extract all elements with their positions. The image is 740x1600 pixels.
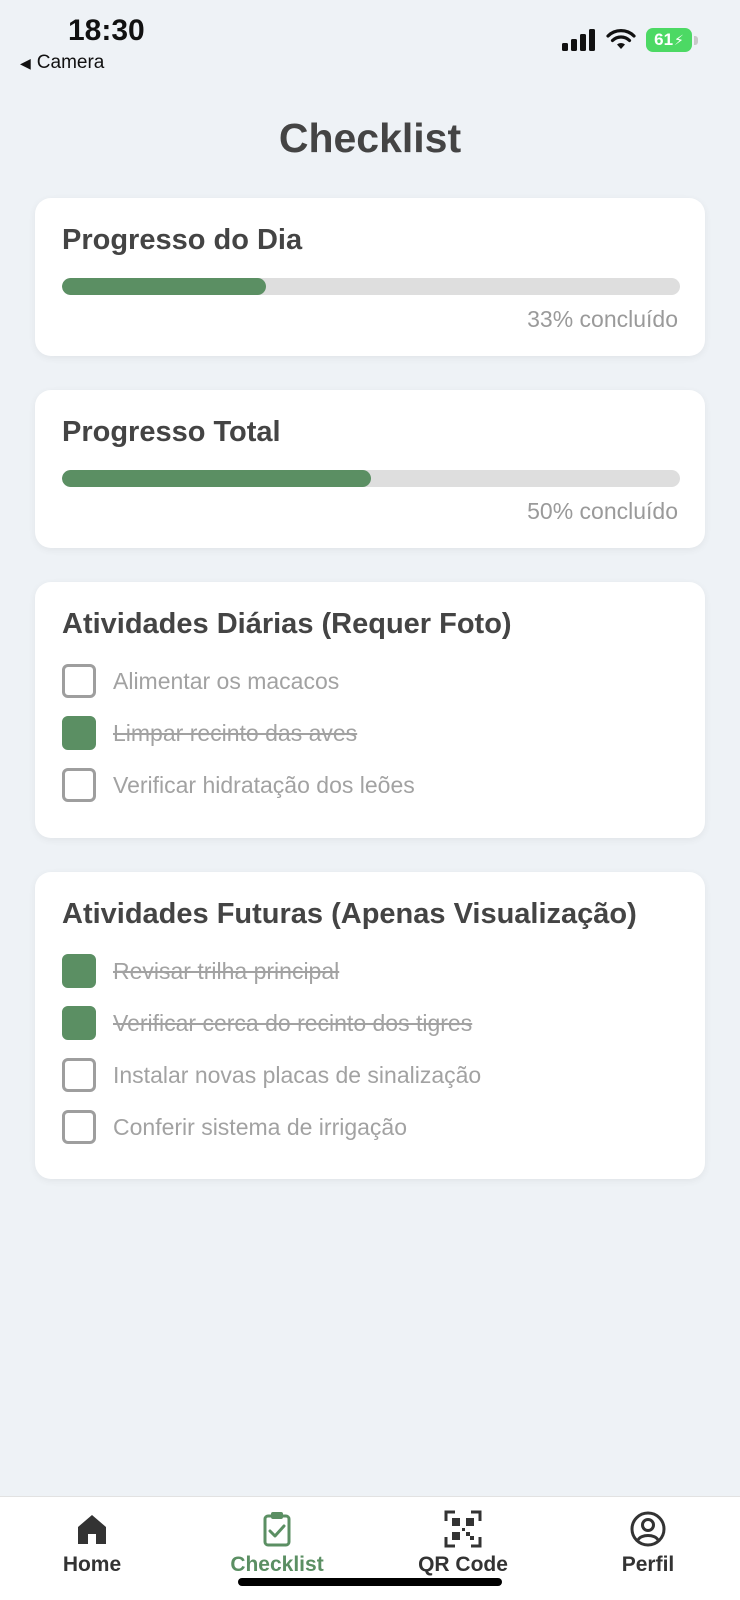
nav-home[interactable]: Home xyxy=(22,1509,162,1577)
page-title: Checklist xyxy=(278,115,462,161)
future-activity-item: Instalar novas placas de sinalização xyxy=(62,1049,678,1101)
nav-perfil[interactable]: Perfil xyxy=(578,1509,718,1577)
daily-activity-item[interactable]: Limpar recinto das aves xyxy=(62,707,678,759)
nav-home-label: Home xyxy=(62,1553,122,1576)
battery-level: 61 xyxy=(654,30,674,49)
daily-activities-title: Atividades Diárias (Requer Foto) xyxy=(62,608,512,640)
daily-progress-card: Progresso do Dia 33% concluído xyxy=(35,198,705,356)
total-progress-label: 50% concluído xyxy=(527,498,678,524)
future-activity-item: Conferir sistema de irrigação xyxy=(62,1101,678,1153)
activity-label: Limpar recinto das aves xyxy=(113,719,358,746)
activity-checkbox xyxy=(62,1006,96,1040)
daily-progress-label: 33% concluído xyxy=(527,306,678,332)
activity-label: Revisar trilha principal xyxy=(113,957,340,984)
status-time: 18:30 xyxy=(68,14,145,47)
wifi-icon xyxy=(606,29,636,49)
daily-progress-fill xyxy=(62,278,266,295)
future-activity-item: Revisar trilha principal xyxy=(62,945,678,997)
future-activity-item: Verificar cerca do recinto dos tigres xyxy=(62,997,678,1049)
future-activities-title: Atividades Futuras (Apenas Visualização) xyxy=(62,898,637,930)
home-icon xyxy=(78,1515,106,1544)
charging-bolt-icon: ⚡ xyxy=(674,31,684,48)
activity-label: Conferir sistema de irrigação xyxy=(113,1113,408,1140)
activity-label: Verificar cerca do recinto dos tigres xyxy=(113,1009,473,1036)
nav-qr-code[interactable]: QR Code xyxy=(393,1509,533,1577)
activity-checkbox[interactable] xyxy=(62,664,96,698)
nav-checklist-label: Checklist xyxy=(230,1553,324,1576)
nav-checklist[interactable]: Checklist xyxy=(207,1509,347,1577)
home-indicator xyxy=(238,1578,502,1586)
activity-checkbox xyxy=(62,1110,96,1144)
activity-checkbox[interactable] xyxy=(62,768,96,802)
daily-activities-card: Atividades Diárias (Requer Foto) Aliment… xyxy=(35,582,705,838)
total-progress-card: Progresso Total 50% concluído xyxy=(35,390,705,548)
daily-progress-track xyxy=(62,278,680,295)
total-progress-fill xyxy=(62,470,371,487)
daily-activity-item[interactable]: Verificar hidratação dos leões xyxy=(62,759,678,811)
future-activities-card: Atividades Futuras (Apenas Visualização)… xyxy=(35,872,705,1179)
activity-label: Alimentar os macacos xyxy=(113,667,340,694)
activity-checkbox xyxy=(62,954,96,988)
back-triangle-icon: ◀ xyxy=(20,54,31,71)
total-progress-track xyxy=(62,470,680,487)
back-to-camera-link[interactable]: ◀ Camera xyxy=(20,52,104,74)
activity-checkbox xyxy=(62,1058,96,1092)
status-icons: 61 ⚡ xyxy=(562,28,698,52)
nav-perfil-label: Perfil xyxy=(621,1553,675,1576)
activity-label: Verificar hidratação dos leões xyxy=(113,771,415,798)
qr-code-icon xyxy=(444,1510,482,1548)
daily-progress-title: Progresso do Dia xyxy=(62,224,303,256)
daily-activity-item[interactable]: Alimentar os macacos xyxy=(62,655,678,707)
activity-checkbox[interactable] xyxy=(62,716,96,750)
daily-activities-list: Alimentar os macacos Limpar recinto das … xyxy=(62,655,678,811)
future-activities-list: Revisar trilha principal Verificar cerca… xyxy=(62,945,678,1153)
user-circle-icon xyxy=(630,1511,666,1547)
cellular-signal-icon xyxy=(562,29,595,51)
activity-label: Instalar novas placas de sinalização xyxy=(113,1061,482,1088)
status-bar: 18:30 ◀ Camera 61 ⚡ xyxy=(0,0,740,80)
nav-qr-code-label: QR Code xyxy=(418,1553,508,1576)
battery-indicator: 61 ⚡ xyxy=(646,28,698,52)
clipboard-check-icon xyxy=(263,1512,291,1547)
back-camera-label: Camera xyxy=(36,52,105,73)
total-progress-title: Progresso Total xyxy=(62,416,281,448)
